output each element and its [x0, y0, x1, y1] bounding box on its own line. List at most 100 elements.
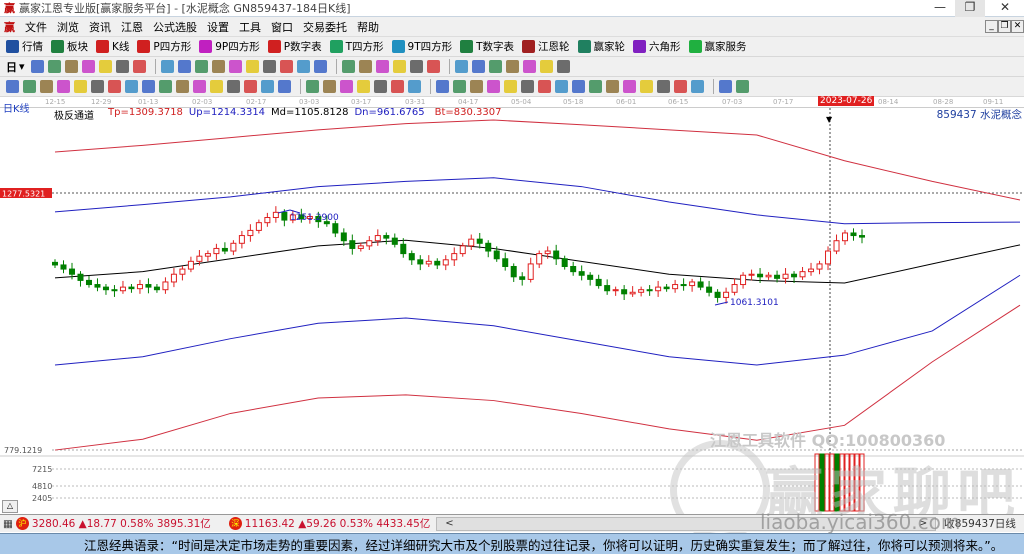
drawing-tool-40-icon[interactable]	[691, 80, 704, 93]
drawing-tool-22-icon[interactable]	[374, 80, 387, 93]
drawing-tool-10-icon[interactable]	[159, 80, 172, 93]
mdi-restore-button[interactable]: ❐	[998, 20, 1011, 33]
chart-tool-9-icon[interactable]	[177, 60, 191, 73]
toolbar-button-gann-wheel[interactable]: 江恩轮	[522, 39, 570, 54]
drawing-tool-4-icon[interactable]	[57, 80, 70, 93]
mdi-close-button[interactable]: ✕	[1011, 20, 1024, 33]
drawing-tool-34-icon[interactable]	[589, 80, 602, 93]
chart-tool-8-icon[interactable]	[160, 60, 174, 73]
minimize-button[interactable]: —	[925, 0, 955, 17]
chart-tool-15-icon[interactable]	[279, 60, 293, 73]
chart-tool-20-icon[interactable]	[375, 60, 389, 73]
drawing-tool-12-icon[interactable]	[193, 80, 206, 93]
chart-tool-21-icon[interactable]	[392, 60, 406, 73]
menu-settings[interactable]: 设置	[207, 19, 229, 35]
menu-formula[interactable]: 公式选股	[153, 19, 197, 35]
drawing-tool-19-icon[interactable]	[323, 80, 336, 93]
chart-tool-3-icon[interactable]	[64, 60, 78, 73]
chart-tool-18-icon[interactable]	[341, 60, 355, 73]
drawing-tool-25-icon[interactable]	[436, 80, 449, 93]
toolbar-button-winner-wheel[interactable]: 赢家轮	[577, 39, 625, 54]
drawing-tool-29-icon[interactable]	[504, 80, 517, 93]
toolbar-button-kline[interactable]: K线	[96, 39, 129, 54]
chart-tool-27-icon[interactable]	[505, 60, 519, 73]
drawing-tool-17-icon[interactable]	[278, 80, 291, 93]
drawing-tool-35-icon[interactable]	[606, 80, 619, 93]
toolbar-button-dollar[interactable]: 赢家服务	[688, 39, 747, 54]
drawing-tool-5-icon[interactable]	[74, 80, 87, 93]
drawing-tool-18-icon[interactable]	[306, 80, 319, 93]
chart-tool-16-icon[interactable]	[296, 60, 310, 73]
menu-info[interactable]: 资讯	[89, 19, 111, 35]
chart-tool-7-icon[interactable]	[132, 60, 146, 73]
toolbar-button-9t-square[interactable]: 9T四方形	[391, 39, 452, 54]
scroll-left-icon[interactable]: <	[445, 518, 453, 530]
restore-button[interactable]: ❐	[955, 0, 985, 17]
menu-gann[interactable]: 江恩	[121, 19, 143, 35]
menu-file[interactable]: 文件	[25, 19, 47, 35]
menu-help[interactable]: 帮助	[357, 19, 379, 35]
chevron-down-icon[interactable]: ▾	[19, 60, 25, 73]
chart-tool-29-icon[interactable]	[539, 60, 553, 73]
drawing-tool-27-icon[interactable]	[470, 80, 483, 93]
close-button[interactable]: ✕	[990, 0, 1020, 17]
drawing-tool-8-icon[interactable]	[125, 80, 138, 93]
period-selector[interactable]: 日	[6, 59, 17, 75]
toolbar-button-p-square[interactable]: P四方形	[137, 39, 191, 54]
drawing-tool-38-icon[interactable]	[657, 80, 670, 93]
chart-tool-22-icon[interactable]	[409, 60, 423, 73]
chart-tool-10-icon[interactable]	[194, 60, 208, 73]
drawing-tool-7-icon[interactable]	[108, 80, 121, 93]
toolbar-button-blocks[interactable]: 板块	[51, 39, 88, 54]
drawing-tool-16-icon[interactable]	[261, 80, 274, 93]
sh-index-quote[interactable]: 3280.46 ▲18.77 0.58% 3895.31亿	[32, 516, 211, 531]
chart-tool-19-icon[interactable]	[358, 60, 372, 73]
chart-tool-11-icon[interactable]	[211, 60, 225, 73]
menu-trade[interactable]: 交易委托	[303, 19, 347, 35]
horizontal-scrollbar[interactable]: < >	[436, 516, 937, 531]
chart-tool-14-icon[interactable]	[262, 60, 276, 73]
chart-tool-25-icon[interactable]	[471, 60, 485, 73]
drawing-tool-32-icon[interactable]	[555, 80, 568, 93]
drawing-tool-41-icon[interactable]	[719, 80, 732, 93]
drawing-tool-24-icon[interactable]	[408, 80, 421, 93]
chart-tool-1-icon[interactable]	[30, 60, 44, 73]
drawing-tool-14-icon[interactable]	[227, 80, 240, 93]
drawing-tool-15-icon[interactable]	[244, 80, 257, 93]
drawing-tool-9-icon[interactable]	[142, 80, 155, 93]
toolbar-button-hexagon[interactable]: 六角形	[633, 39, 681, 54]
scroll-right-icon[interactable]: >	[919, 518, 927, 530]
chart-tool-5-icon[interactable]	[98, 60, 112, 73]
drawing-tool-42-icon[interactable]	[736, 80, 749, 93]
drawing-tool-39-icon[interactable]	[674, 80, 687, 93]
chart-tool-23-icon[interactable]	[426, 60, 440, 73]
drawing-tool-11-icon[interactable]	[176, 80, 189, 93]
drawing-tool-23-icon[interactable]	[391, 80, 404, 93]
menu-browse[interactable]: 浏览	[57, 19, 79, 35]
chart-tool-28-icon[interactable]	[522, 60, 536, 73]
chart-tool-13-icon[interactable]	[245, 60, 259, 73]
drawing-tool-26-icon[interactable]	[453, 80, 466, 93]
chart-tool-30-icon[interactable]	[556, 60, 570, 73]
chart-tool-12-icon[interactable]	[228, 60, 242, 73]
drawing-tool-1-icon[interactable]	[6, 80, 19, 93]
menu-window[interactable]: 窗口	[271, 19, 293, 35]
toolbar-button-t-table[interactable]: T数字表	[460, 39, 514, 54]
toolbar-button-p-table[interactable]: P数字表	[267, 39, 322, 54]
drawing-tool-36-icon[interactable]	[623, 80, 636, 93]
drawing-tool-21-icon[interactable]	[357, 80, 370, 93]
drawing-tool-33-icon[interactable]	[572, 80, 585, 93]
drawing-tool-3-icon[interactable]	[40, 80, 53, 93]
calculator-icon[interactable]: ▦	[3, 518, 13, 530]
drawing-tool-20-icon[interactable]	[340, 80, 353, 93]
chart-tool-6-icon[interactable]	[115, 60, 129, 73]
chart-tool-26-icon[interactable]	[488, 60, 502, 73]
toolbar-button-grid[interactable]: 行情	[6, 39, 43, 54]
sz-index-quote[interactable]: 11163.42 ▲59.26 0.53% 4433.45亿	[245, 516, 431, 531]
menu-tools[interactable]: 工具	[239, 19, 261, 35]
drawing-tool-30-icon[interactable]	[521, 80, 534, 93]
drawing-tool-2-icon[interactable]	[23, 80, 36, 93]
drawing-tool-37-icon[interactable]	[640, 80, 653, 93]
drawing-tool-28-icon[interactable]	[487, 80, 500, 93]
chart-tool-17-icon[interactable]	[313, 60, 327, 73]
